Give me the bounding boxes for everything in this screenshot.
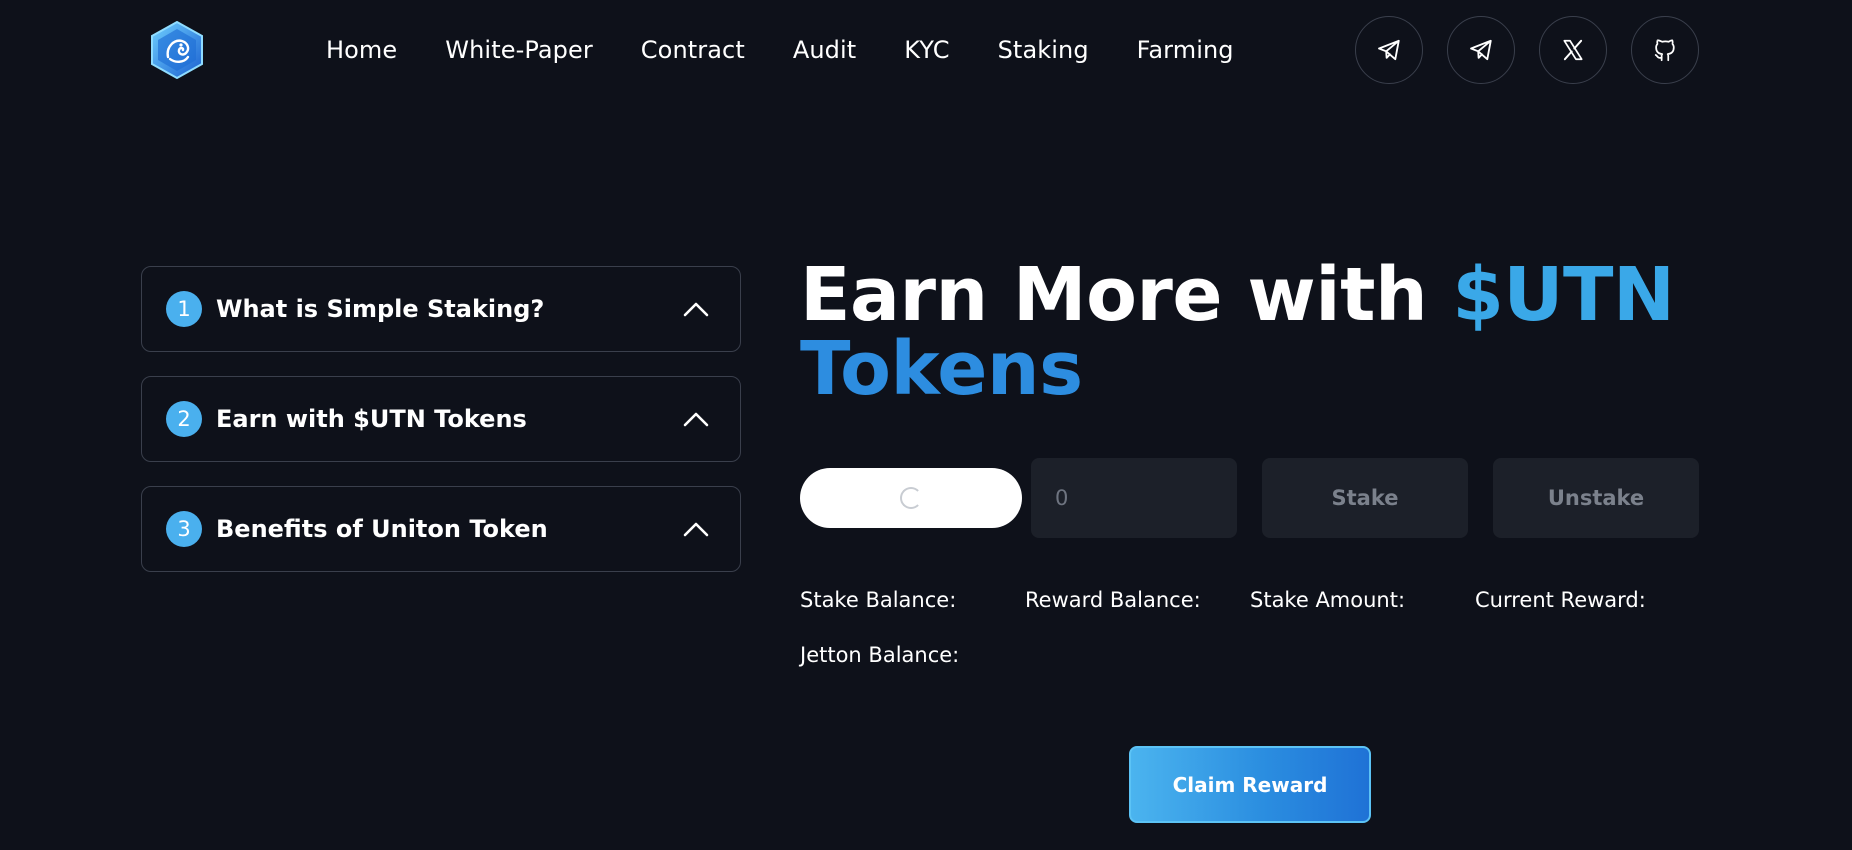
chevron-up-icon[interactable] (682, 520, 710, 538)
stake-amount-label: Stake Amount: (1250, 588, 1406, 612)
hero-token-symbol: $UTN (1452, 252, 1675, 338)
x-twitter-icon (1563, 39, 1583, 61)
github-button[interactable] (1631, 16, 1699, 84)
step-number-badge: 1 (166, 291, 202, 327)
accordion-item-benefits[interactable]: 3 Benefits of Uniton Token (141, 486, 741, 572)
telegram-icon (1470, 39, 1492, 61)
jetton-balance-label: Jetton Balance: (800, 643, 960, 667)
nav-white-paper[interactable]: White-Paper (445, 36, 593, 64)
accordion-title: Earn with $UTN Tokens (216, 405, 527, 433)
accordion-item-simple-staking[interactable]: 1 What is Simple Staking? (141, 266, 741, 352)
main-nav: Home White-Paper Contract Audit KYC Stak… (326, 34, 1234, 66)
telegram-button-1[interactable] (1355, 16, 1423, 84)
telegram-icon (1378, 39, 1400, 61)
github-icon (1654, 39, 1675, 62)
hero-line-1: Earn More with $UTN (800, 258, 1700, 332)
social-links (1355, 16, 1699, 84)
claim-reward-button[interactable]: Claim Reward (1129, 746, 1371, 823)
current-reward-label: Current Reward: (1475, 588, 1646, 612)
uniton-logo-icon[interactable] (150, 21, 204, 79)
accordion-title: What is Simple Staking? (216, 295, 545, 323)
faq-accordion: 1 What is Simple Staking? 2 Earn with $U… (141, 266, 741, 596)
accordion-item-earn-utn[interactable]: 2 Earn with $UTN Tokens (141, 376, 741, 462)
step-number-badge: 2 (166, 401, 202, 437)
chevron-up-icon[interactable] (682, 410, 710, 428)
hero-line-2: Tokens (800, 326, 1083, 412)
x-twitter-button[interactable] (1539, 16, 1607, 84)
nav-home[interactable]: Home (326, 36, 397, 64)
nav-audit[interactable]: Audit (793, 36, 856, 64)
accordion-title: Benefits of Uniton Token (216, 515, 548, 543)
chevron-up-icon[interactable] (682, 300, 710, 318)
nav-staking[interactable]: Staking (998, 36, 1089, 64)
stake-button[interactable]: Stake (1262, 458, 1468, 538)
stake-balance-label: Stake Balance: (800, 588, 957, 612)
nav-contract[interactable]: Contract (641, 36, 745, 64)
reward-balance-label: Reward Balance: (1025, 588, 1201, 612)
nav-kyc[interactable]: KYC (904, 36, 949, 64)
staking-page: Home White-Paper Contract Audit KYC Stak… (0, 0, 1852, 850)
step-number-badge: 3 (166, 511, 202, 547)
hero-heading: Earn More with $UTN Tokens (800, 258, 1700, 406)
staking-controls: Stake Unstake (800, 458, 1700, 538)
loading-spinner-icon (900, 487, 922, 509)
telegram-button-2[interactable] (1447, 16, 1515, 84)
nav-farming[interactable]: Farming (1137, 36, 1234, 64)
stake-amount-input[interactable] (1031, 458, 1237, 538)
unstake-button[interactable]: Unstake (1493, 458, 1699, 538)
connect-wallet-button[interactable] (800, 468, 1022, 528)
